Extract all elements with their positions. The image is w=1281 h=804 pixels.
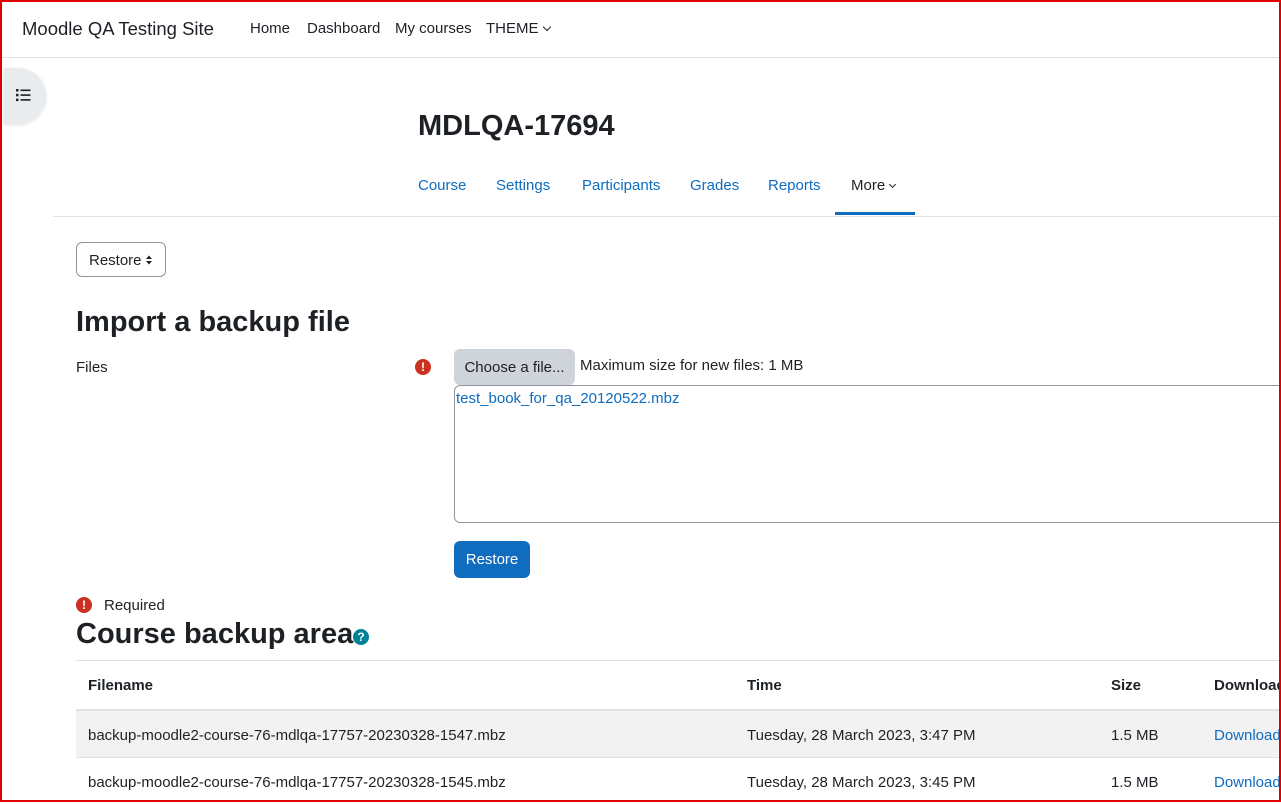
- tab-more[interactable]: More: [851, 177, 897, 194]
- tab-settings[interactable]: Settings: [496, 177, 550, 194]
- required-icon: !: [76, 597, 92, 613]
- column-header: Filename: [88, 677, 154, 694]
- active-tab-indicator: [835, 212, 915, 215]
- download-link[interactable]: Download: [1214, 774, 1281, 791]
- column-header: Size: [1111, 677, 1142, 694]
- restore-select-value: Restore: [89, 252, 142, 269]
- nav-theme-menu[interactable]: THEME: [486, 20, 551, 37]
- tab-reports[interactable]: Reports: [768, 177, 821, 194]
- choose-file-button[interactable]: Choose a file...: [454, 349, 575, 385]
- top-navbar: Moodle QA Testing Site Home Dashboard My…: [2, 2, 1279, 58]
- tab-course[interactable]: Course: [418, 177, 466, 194]
- chevron-down-icon: [889, 180, 897, 189]
- course-index-toggle[interactable]: [4, 68, 46, 124]
- tab-participants[interactable]: Participants: [582, 177, 660, 194]
- backup-files-table: Filename Time Size Download backup-moodl…: [76, 660, 1281, 791]
- column-header: Download: [1214, 677, 1281, 694]
- nav-dashboard[interactable]: Dashboard: [307, 20, 380, 37]
- filename-cell: backup-moodle2-course-76-mdlqa-17757-202…: [88, 727, 506, 744]
- backup-area-heading: Course backup area: [76, 618, 354, 650]
- column-header: Time: [747, 677, 782, 694]
- restore-button[interactable]: Restore: [454, 541, 530, 578]
- size-cell: 1.5 MB: [1111, 727, 1159, 744]
- time-cell: Tuesday, 28 March 2023, 3:45 PM: [747, 774, 976, 791]
- import-heading: Import a backup file: [76, 306, 350, 338]
- nav-my-courses[interactable]: My courses: [395, 20, 472, 37]
- chevron-down-icon: [542, 22, 551, 32]
- help-icon[interactable]: ?: [353, 629, 369, 645]
- table-header: Filename Time Size Download: [76, 661, 1281, 711]
- required-legend: Required: [104, 597, 165, 614]
- time-cell: Tuesday, 28 March 2023, 3:47 PM: [747, 727, 976, 744]
- file-drop-area[interactable]: test_book_for_qa_20120522.mbz: [454, 385, 1281, 523]
- page-title: MDLQA-17694: [418, 110, 615, 142]
- size-cell: 1.5 MB: [1111, 774, 1159, 791]
- download-link[interactable]: Download: [1214, 727, 1281, 744]
- site-name[interactable]: Moodle QA Testing Site: [22, 18, 214, 40]
- selected-file-link[interactable]: test_book_for_qa_20120522.mbz: [456, 390, 680, 407]
- nav-home[interactable]: Home: [250, 20, 290, 37]
- tab-more-label: More: [851, 177, 886, 194]
- table-row: backup-moodle2-course-76-mdlqa-17757-202…: [76, 711, 1281, 758]
- required-icon: !: [415, 359, 431, 375]
- nav-theme-label: THEME: [486, 20, 539, 37]
- tab-grades[interactable]: Grades: [690, 177, 739, 194]
- filename-cell: backup-moodle2-course-76-mdlqa-17757-202…: [88, 774, 506, 791]
- sort-caret-icon: [146, 255, 152, 265]
- list-icon: [16, 89, 31, 102]
- max-size-note: Maximum size for new files: 1 MB: [580, 357, 804, 374]
- table-row: backup-moodle2-course-76-mdlqa-17757-202…: [76, 758, 1281, 804]
- files-label: Files: [76, 359, 108, 376]
- secondary-navigation: Course Settings Participants Grades Repo…: [53, 164, 1279, 217]
- restore-select[interactable]: Restore: [76, 242, 166, 277]
